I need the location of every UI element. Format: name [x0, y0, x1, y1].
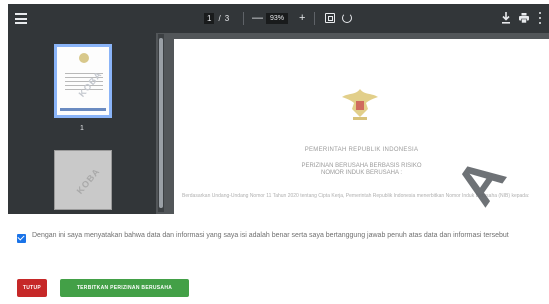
page-thumbnail-2[interactable]: KOBA — [54, 150, 112, 210]
toolbar-divider — [314, 12, 315, 25]
thumbnail-sidebar: KOBA 1 KOBA — [8, 33, 156, 214]
current-page-input[interactable]: 1 — [204, 13, 215, 24]
thumbnail-footer-bar — [60, 108, 106, 111]
thumbnail-page-number: 1 — [80, 125, 84, 132]
print-icon[interactable] — [519, 13, 529, 23]
toolbar-divider — [243, 12, 244, 25]
page-indicator: 1 / 3 — [204, 13, 229, 24]
zoom-level-input[interactable]: 93% — [266, 13, 289, 24]
download-icon[interactable] — [501, 12, 511, 24]
thumbnail-watermark: KOBA — [74, 166, 102, 196]
document-page: PEMERINTAH REPUBLIK INDONESIA PERIZINAN … — [174, 39, 549, 214]
consent-text: Dengan ini saya menyatakan bahwa data da… — [32, 232, 509, 239]
emblem-icon — [79, 53, 89, 63]
page-watermark: A — [442, 146, 518, 214]
issue-permit-button[interactable]: TERBITKAN PERIZINAN BERUSAHA — [60, 279, 189, 297]
pdf-viewer: 1 / 3 — 93% + KOBA 1 KOBA PEMERINTAH REP… — [8, 4, 549, 214]
zoom-in-button[interactable]: + — [299, 12, 305, 24]
scrollbar-thumb[interactable] — [159, 38, 163, 208]
menu-icon[interactable] — [15, 13, 27, 24]
zoom-out-button[interactable]: — — [252, 12, 263, 24]
more-options-icon[interactable] — [538, 12, 542, 24]
sidebar-scrollbar[interactable] — [158, 34, 164, 212]
page-separator: / — [218, 14, 221, 23]
fit-page-icon[interactable] — [325, 13, 335, 23]
garuda-emblem-icon — [342, 89, 378, 120]
consent-statement: Dengan ini saya menyatakan bahwa data da… — [17, 231, 542, 243]
total-pages: 3 — [224, 14, 230, 23]
consent-checkbox[interactable] — [17, 234, 26, 243]
close-button[interactable]: TUTUP — [17, 279, 47, 297]
rotate-icon[interactable] — [342, 13, 352, 23]
pdf-toolbar: 1 / 3 — 93% + — [8, 4, 549, 33]
document-title: PEMERINTAH REPUBLIK INDONESIA — [304, 147, 419, 153]
document-preview-dialog: 1 / 3 — 93% + KOBA 1 KOBA PEMERINTAH REP… — [0, 0, 549, 304]
page-thumbnail-1[interactable]: KOBA — [54, 44, 112, 118]
